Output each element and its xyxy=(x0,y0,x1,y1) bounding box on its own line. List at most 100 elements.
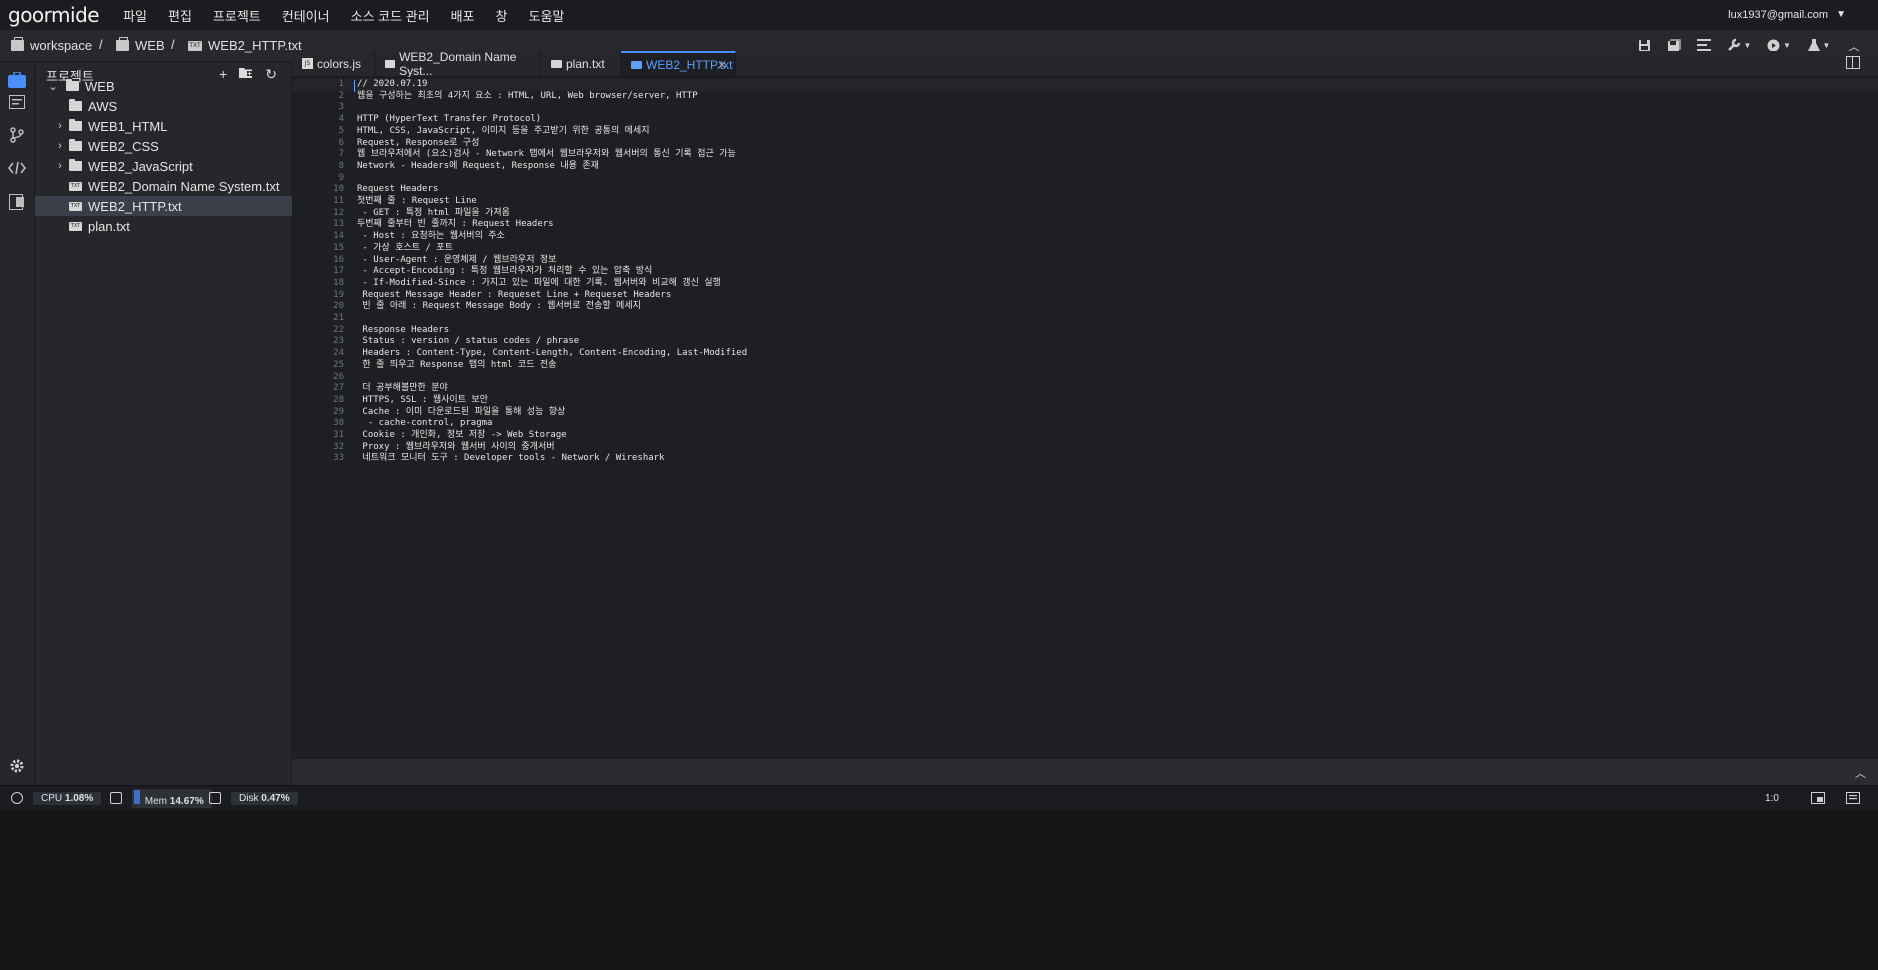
code-line[interactable]: 3 xyxy=(292,102,1878,114)
menu-project[interactable]: 프로젝트 xyxy=(213,6,261,25)
code-line[interactable]: 32 Proxy : 웹브라우저와 웹서버 사이의 중개서버 xyxy=(292,442,1878,454)
chevron-right-icon[interactable]: › xyxy=(55,160,65,172)
disk-label: Disk xyxy=(239,792,259,804)
layout-icon[interactable] xyxy=(1811,790,1825,806)
code-line[interactable]: 17 - Accept-Encoding : 특정 웹브라우저가 처리할 수 있… xyxy=(292,266,1878,278)
tree-file-dns[interactable]: TXT WEB2_Domain Name System.txt xyxy=(35,176,325,196)
tree-folder-web1-html[interactable]: › WEB1_HTML xyxy=(35,116,311,136)
chevron-down-icon[interactable]: ▼ xyxy=(1836,9,1846,20)
code-line[interactable]: 12 - GET : 특정 html 파일을 가져옴 xyxy=(292,208,1878,220)
split-editor-icon[interactable] xyxy=(1846,56,1860,69)
code-line[interactable]: 24 Headers : Content-Type, Content-Lengt… xyxy=(292,348,1878,360)
tab-plan[interactable]: plan.txt xyxy=(541,51,621,76)
code-line[interactable]: 11 첫번째 줄 : Request Line xyxy=(292,196,1878,208)
tab-colors-js[interactable]: JS colors.js xyxy=(292,51,375,76)
cpu-value: 1.08% xyxy=(64,792,94,804)
line-number: 1 xyxy=(338,79,344,89)
chevron-down-icon[interactable]: ⌄ xyxy=(48,80,58,93)
line-text: 빈 줄 아래 : Request Message Body : 웹서버로 전송할… xyxy=(357,301,641,312)
line-text: 웹 브라우저에서 (요소)검사 - Network 탭에서 웹브라우저와 웹서버… xyxy=(357,149,736,160)
line-text: - cache-control, pragma xyxy=(357,418,493,429)
close-icon[interactable]: ✕ xyxy=(717,58,727,72)
cpu-indicator[interactable]: CPU 1.08% xyxy=(11,790,102,806)
code-line[interactable]: 2 웹을 구성하는 최초의 4가지 요소 : HTML, URL, Web bro… xyxy=(292,91,1878,103)
line-number: 25 xyxy=(333,359,344,370)
plugin-icon[interactable] xyxy=(7,192,27,212)
menu-scm[interactable]: 소스 코드 관리 xyxy=(351,6,430,25)
menu-edit[interactable]: 편집 xyxy=(168,6,192,25)
code-line[interactable]: 6 Request, Response로 구성 xyxy=(292,138,1878,150)
code-line[interactable]: 14 - Host : 요청하는 웹서버의 주소 xyxy=(292,231,1878,243)
code-line[interactable]: 21 xyxy=(292,313,1878,325)
breadcrumb-file[interactable]: TXT WEB2_HTTP.txt xyxy=(188,38,302,53)
code-line[interactable]: 20 빈 줄 아래 : Request Message Body : 웹서버로 … xyxy=(292,301,1878,313)
line-number: 20 xyxy=(333,301,344,312)
chevron-up-icon[interactable]: ︿ xyxy=(1855,765,1866,781)
code-line[interactable]: 22 Response Headers xyxy=(292,325,1878,337)
code-line[interactable]: 30 - cache-control, pragma xyxy=(292,418,1878,430)
mem-label: Mem xyxy=(144,795,168,807)
code-line[interactable]: 8 Network - Headers에 Request, Response 내용… xyxy=(292,161,1878,173)
chevron-right-icon[interactable]: › xyxy=(55,120,65,132)
line-text: - User-Agent : 운영체제 / 웹브라우저 정보 xyxy=(357,254,557,265)
code-line[interactable]: 5 HTML, CSS, JavaScript, 이미지 등을 주고받기 위한 공… xyxy=(292,126,1878,138)
tree-label: plan.txt xyxy=(88,218,130,234)
code-line[interactable]: 23 Status : version / status codes / phr… xyxy=(292,336,1878,348)
chevron-right-icon[interactable]: › xyxy=(55,140,65,152)
code-line[interactable]: 27 더 공부해볼만한 분야 xyxy=(292,383,1878,395)
disk-value: 0.47% xyxy=(261,792,290,804)
code-icon[interactable] xyxy=(7,158,27,178)
code-line[interactable]: 26 xyxy=(292,372,1878,384)
code-line[interactable]: 15 - 가상 호스트 / 포트 xyxy=(292,243,1878,255)
menu-window[interactable]: 창 xyxy=(496,6,508,25)
terminal-panel-icon[interactable] xyxy=(7,92,27,112)
code-line[interactable]: 7 웹 브라우저에서 (요소)검사 - Network 탭에서 웹브라우저와 웹서… xyxy=(292,149,1878,161)
code-line[interactable]: 9 xyxy=(292,173,1878,185)
tree-folder-web[interactable]: ⌄ WEB xyxy=(35,76,304,96)
folder-icon xyxy=(69,139,82,151)
line-text: Cookie : 개인화, 정보 저장 -> Web Storage xyxy=(357,430,567,440)
menu-help[interactable]: 도움말 xyxy=(528,6,564,25)
bottom-panel: ︿ xyxy=(292,758,1878,785)
menu-deploy[interactable]: 배포 xyxy=(451,6,475,25)
mem-indicator[interactable]: Mem 14.67% xyxy=(110,788,212,808)
goormide-logo[interactable]: goormide xyxy=(8,3,100,27)
tree-folder-web2-javascript[interactable]: › WEB2_JavaScript xyxy=(35,156,311,176)
line-number: 12 xyxy=(333,207,344,218)
tree-folder-web2-css[interactable]: › WEB2_CSS xyxy=(35,136,311,156)
code-line[interactable]: 29 Cache : 이미 다운로드된 파일을 통해 성능 향상 xyxy=(292,407,1878,419)
tab-dns[interactable]: WEB2_Domain Name Syst... xyxy=(375,50,541,78)
code-line[interactable]: 4 HTTP (HyperText Transfer Protocol) xyxy=(292,114,1878,126)
breadcrumb-web[interactable]: WEB xyxy=(116,37,165,53)
tree-file-plan[interactable]: TXT plan.txt xyxy=(35,216,325,236)
project-explorer-icon[interactable] xyxy=(7,70,27,90)
line-text: - Host : 요청하는 웹서버의 주소 xyxy=(357,231,505,242)
notifications-icon[interactable] xyxy=(1846,790,1860,806)
code-line[interactable]: 33 네트워크 모니터 도구 : Developer tools - Netwo… xyxy=(292,453,1878,465)
code-line[interactable]: 18 - If-Modified-Since : 가지고 있는 파일에 대한 기… xyxy=(292,278,1878,290)
disk-indicator[interactable]: Disk 0.47% xyxy=(209,790,298,806)
code-editor[interactable]: 1 // 2020.07.19 2 웹을 구성하는 최초의 4가지 요소 : HTML… xyxy=(292,77,1878,758)
gear-icon[interactable] xyxy=(7,756,27,776)
code-line[interactable]: 31 Cookie : 개인화, 정보 저장 -> Web Storage xyxy=(292,430,1878,442)
code-line[interactable]: 10 Request Headers xyxy=(292,184,1878,196)
code-line[interactable]: 25 한 줄 띄우고 Response 탭의 html 코드 전송 xyxy=(292,360,1878,372)
tree-folder-aws[interactable]: AWS xyxy=(35,96,325,116)
line-number: 8 xyxy=(338,160,344,171)
menu-file[interactable]: 파일 xyxy=(123,6,147,25)
line-text: Response Headers xyxy=(357,324,450,335)
code-line[interactable]: 1 // 2020.07.19 xyxy=(292,79,1878,91)
code-line[interactable]: 13 두번째 줄부터 빈 줄까지 : Request Headers xyxy=(292,219,1878,231)
code-line[interactable]: 28 HTTPS, SSL : 웹사이트 보안 xyxy=(292,395,1878,407)
line-text: // 2020.07.19 xyxy=(357,79,428,89)
menu-container[interactable]: 컨테이너 xyxy=(282,6,330,25)
user-account[interactable]: lux1937@gmail.com xyxy=(1728,9,1828,21)
js-file-icon: JS xyxy=(302,58,313,69)
code-line[interactable]: 16 - User-Agent : 운영체제 / 웹브라우저 정보 xyxy=(292,255,1878,267)
breadcrumb-workspace[interactable]: workspace xyxy=(11,37,92,53)
tab-http[interactable]: WEB2_HTTP.txt ✕ xyxy=(621,51,736,76)
tree-file-http[interactable]: TXT WEB2_HTTP.txt xyxy=(35,196,325,216)
line-number: 24 xyxy=(333,348,344,359)
git-branch-icon[interactable] xyxy=(7,125,27,145)
code-line[interactable]: 19 Request Message Header : Requeset Lin… xyxy=(292,290,1878,302)
